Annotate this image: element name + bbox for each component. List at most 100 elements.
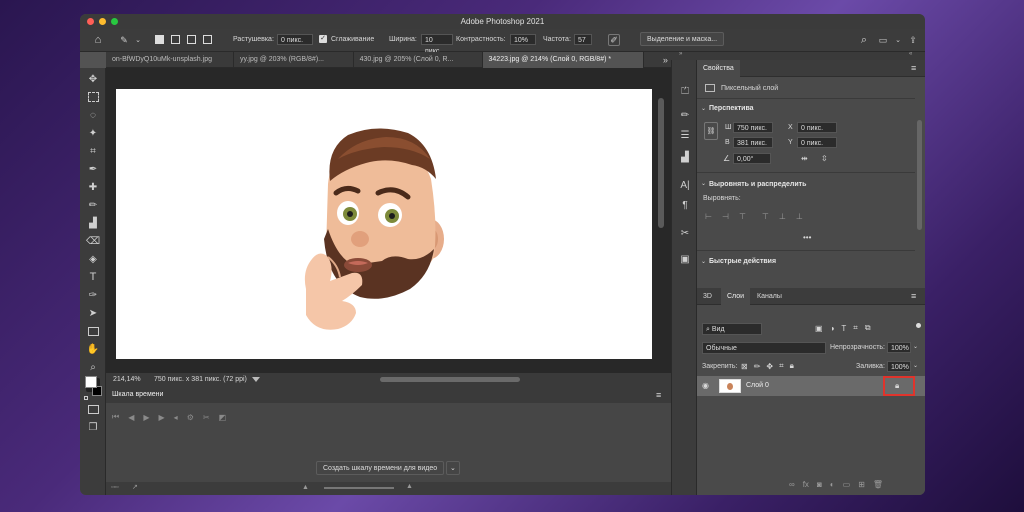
angle-input[interactable]: 0,00° <box>733 153 771 164</box>
search-icon[interactable]: ⌕ <box>858 34 870 46</box>
layer-row[interactable]: ◉ Слой 0 🔒︎ <box>697 376 925 396</box>
flip-horizontal-icon[interactable]: ⇹ <box>801 154 808 163</box>
settings-gear-icon[interactable]: ⚙ <box>187 413 194 422</box>
filter-smart-object-icon[interactable]: ⧉ <box>865 323 871 333</box>
character-icon[interactable]: A| <box>678 178 692 192</box>
minimize-window-button[interactable] <box>99 18 106 25</box>
brush-settings-icon[interactable]: ✏ <box>678 108 692 122</box>
maximize-window-button[interactable] <box>111 18 118 25</box>
tab-properties[interactable]: Свойства <box>697 60 740 77</box>
timeline-zoom-slider[interactable] <box>324 487 394 489</box>
clone-source-icon[interactable]: ▟ <box>678 150 692 164</box>
align-center-v-icon[interactable]: ⊥ <box>779 212 786 221</box>
align-top-icon[interactable]: ⊤ <box>762 212 769 221</box>
width-input[interactable]: 750 пикс. <box>733 122 773 133</box>
layer-style-icon[interactable]: fx <box>803 480 809 489</box>
feather-input[interactable]: 0 пикс. <box>277 34 313 45</box>
workspace-icon[interactable]: ▭ <box>877 34 889 46</box>
eraser-tool-icon[interactable]: ⌫ <box>86 234 100 248</box>
layer-name[interactable]: Слой 0 <box>746 382 769 389</box>
align-center-h-icon[interactable]: ⊣ <box>722 212 729 221</box>
history-icon[interactable]: ⏍ <box>678 84 692 98</box>
hand-tool-icon[interactable]: ✋ <box>86 342 100 356</box>
libraries-icon[interactable]: ▣ <box>678 252 692 266</box>
play-icon[interactable]: ▶ <box>143 413 149 422</box>
audio-icon[interactable]: ◂ <box>174 413 178 422</box>
more-tabs-icon[interactable]: » <box>660 54 671 66</box>
link-layers-icon[interactable]: ∞ <box>789 480 795 489</box>
x-input[interactable]: 0 пикс. <box>797 122 837 133</box>
pen-tool-icon[interactable]: ✑ <box>86 288 100 302</box>
tab-3d[interactable]: 3D <box>697 288 718 305</box>
canvas-horizontal-scrollbar[interactable] <box>380 377 520 382</box>
y-input[interactable]: 0 пикс. <box>797 137 837 148</box>
clone-stamp-tool-icon[interactable]: ▟ <box>86 216 100 230</box>
eye-icon[interactable]: ◉ <box>702 381 709 390</box>
chevron-down-icon[interactable]: ⌄ <box>446 461 460 475</box>
new-selection-icon[interactable] <box>155 35 164 44</box>
next-frame-icon[interactable]: ▶ <box>159 413 165 422</box>
document-canvas[interactable] <box>116 89 652 359</box>
collapse-left-icon[interactable]: » <box>679 51 682 57</box>
screen-mode-icon[interactable]: ❐ <box>86 420 100 434</box>
chevron-down-icon[interactable] <box>252 377 260 382</box>
rectangle-tool-icon[interactable] <box>86 324 100 338</box>
go-to-first-frame-icon[interactable]: ⏮ <box>112 412 119 422</box>
tab-document-3[interactable]: 430.jpg @ 205% (Слой 0, R... <box>354 51 483 68</box>
close-window-button[interactable] <box>87 18 94 25</box>
marquee-tool-icon[interactable] <box>86 90 100 104</box>
previous-frame-icon[interactable]: ◀ <box>128 413 134 422</box>
tab-document-4[interactable]: 34223.jpg @ 214% (Слой 0, RGB/8#) * <box>482 51 644 68</box>
filter-toggle[interactable] <box>916 323 921 328</box>
convert-icon[interactable]: ↗ <box>132 483 138 491</box>
panel-menu-icon[interactable]: ≡ <box>911 63 916 73</box>
blend-mode-select[interactable]: Обычные <box>702 342 826 354</box>
lock-position-icon[interactable]: ✥ <box>766 362 773 371</box>
align-right-icon[interactable]: ⊤ <box>739 212 746 221</box>
fill-input[interactable]: 100% <box>887 361 911 372</box>
frames-icon[interactable]: ▫▫▫ <box>111 484 118 491</box>
chevron-down-icon[interactable]: ⌄ <box>701 258 706 265</box>
magic-wand-tool-icon[interactable]: ✦ <box>86 126 100 140</box>
align-left-icon[interactable]: ⊢ <box>705 212 712 221</box>
collapse-right-icon[interactable]: « <box>909 51 912 57</box>
frequency-input[interactable]: 57 <box>574 34 592 45</box>
zoom-out-icon[interactable]: ▲ <box>302 484 309 491</box>
flip-vertical-icon[interactable]: ⇳ <box>821 154 828 163</box>
quick-actions-section-title[interactable]: Быстрые действия <box>709 258 776 265</box>
chevron-down-icon[interactable]: ⌄ <box>892 34 904 46</box>
filter-type-icon[interactable]: T <box>841 324 846 333</box>
add-selection-icon[interactable] <box>171 35 180 44</box>
zoom-level[interactable]: 214,14% <box>113 376 141 383</box>
lock-image-icon[interactable]: ✏ <box>754 362 761 371</box>
tab-channels[interactable]: Каналы <box>751 288 788 305</box>
timeline-title[interactable]: Шкала времени <box>112 391 173 398</box>
quick-mask-icon[interactable] <box>86 402 100 416</box>
filter-adjustment-icon[interactable]: ◑ <box>830 324 835 333</box>
intersect-selection-icon[interactable] <box>203 35 212 44</box>
align-bottom-icon[interactable]: ⊥ <box>796 212 803 221</box>
zoom-in-icon[interactable]: ▲ <box>406 483 413 490</box>
home-icon[interactable]: ⌂ <box>92 34 104 46</box>
kind-filter-select[interactable]: ⌕ Вид <box>702 323 762 335</box>
chevron-down-icon[interactable]: ⌄ <box>701 105 706 112</box>
delete-layer-icon[interactable]: 🗑︎ <box>873 480 883 489</box>
path-selection-tool-icon[interactable]: ➤ <box>86 306 100 320</box>
filter-shape-icon[interactable]: ⌗ <box>853 323 858 333</box>
tab-layers[interactable]: Слои <box>721 288 751 305</box>
link-icon[interactable]: ⛓ <box>704 122 718 140</box>
brush-tool-icon[interactable]: ✏ <box>86 198 100 212</box>
share-icon[interactable]: ⇪ <box>907 34 919 46</box>
move-tool-icon[interactable]: ✥ <box>86 72 100 86</box>
add-mask-icon[interactable]: ◙ <box>817 480 822 489</box>
default-colors-icon[interactable] <box>84 396 88 400</box>
foreground-color-swatch[interactable] <box>85 376 97 388</box>
lock-all-icon[interactable]: 🔒︎ <box>790 361 794 371</box>
canvas-vertical-scrollbar[interactable] <box>658 98 664 228</box>
pen-pressure-icon[interactable]: ✐ <box>608 34 620 46</box>
tab-document-2[interactable]: yy.jpg @ 203% (RGB/8#)... <box>234 51 354 68</box>
tab-document-1[interactable]: on-BfWDyQ10uMk-unsplash.jpg <box>106 51 234 68</box>
split-icon[interactable]: ✂ <box>203 413 210 422</box>
width-input[interactable]: 10 пикс <box>421 34 453 55</box>
transition-icon[interactable]: ◩ <box>219 413 227 422</box>
